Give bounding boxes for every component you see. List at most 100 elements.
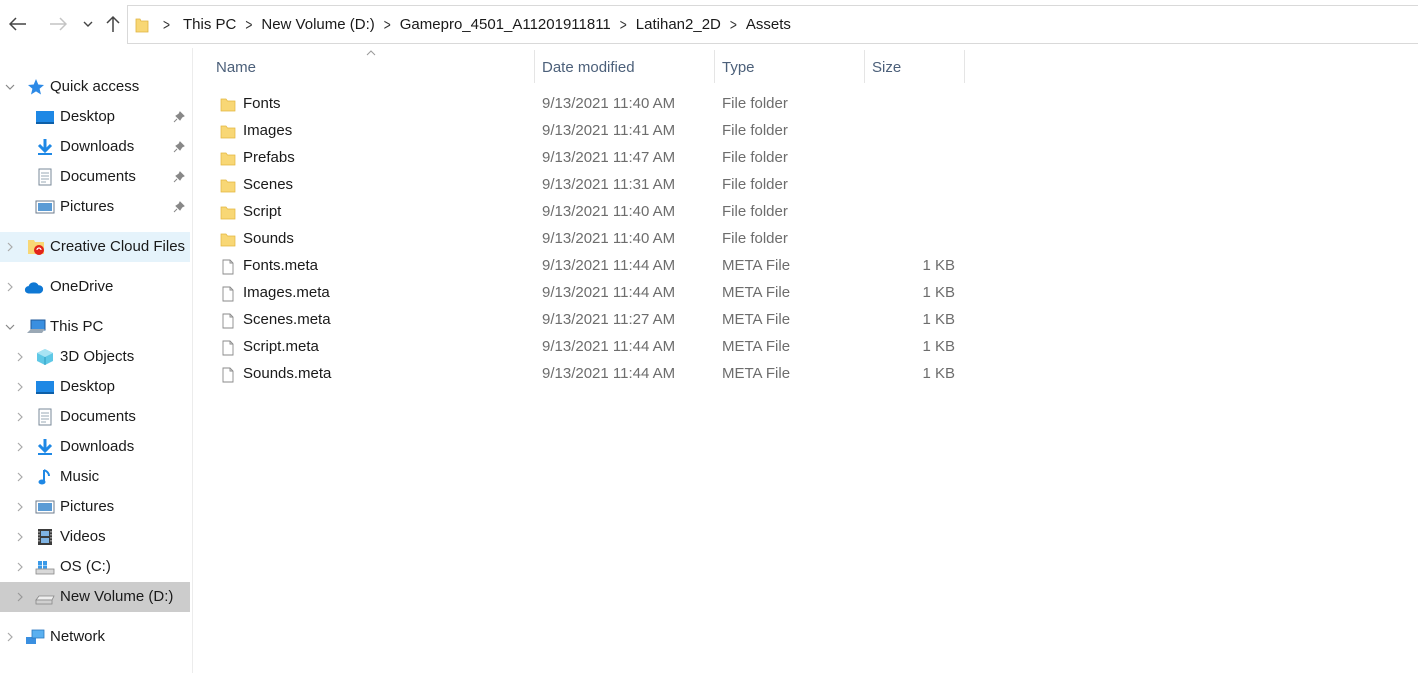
- chevron-right-icon[interactable]: [14, 470, 26, 484]
- film-strip-icon: [35, 527, 55, 547]
- chevron-right-icon[interactable]: [14, 380, 26, 394]
- sidebar-item-pictures[interactable]: Pictures: [0, 492, 190, 522]
- file-size: 1 KB: [922, 284, 955, 301]
- sidebar-item-this-pc[interactable]: This PC: [0, 312, 190, 342]
- sidebar-item-label: Documents: [60, 408, 136, 425]
- file-date: 9/13/2021 11:40 AM: [542, 203, 676, 220]
- sidebar-item-label: Desktop: [60, 108, 116, 125]
- address-bar[interactable]: > This PC > New Volume (D:) > Gamepro_45…: [127, 5, 1418, 44]
- file-type: File folder: [722, 149, 788, 166]
- file-size: 1 KB: [922, 338, 955, 355]
- pictures-icon: [35, 197, 55, 217]
- sidebar-item-new-volume[interactable]: New Volume (D:): [0, 582, 190, 612]
- chevron-right-icon[interactable]: [14, 500, 26, 514]
- file-row[interactable]: Fonts.meta 9/13/2021 11:44 AM META File …: [213, 254, 973, 281]
- file-date: 9/13/2021 11:40 AM: [542, 230, 676, 247]
- folder-icon: [135, 17, 149, 33]
- chevron-right-icon[interactable]: [14, 560, 26, 574]
- file-row[interactable]: Scenes.meta 9/13/2021 11:27 AM META File…: [213, 308, 973, 335]
- breadcrumb-latihan[interactable]: Latihan2_2D: [636, 16, 721, 33]
- sidebar-item-music[interactable]: Music: [0, 462, 190, 492]
- breadcrumb-assets[interactable]: Assets: [746, 16, 791, 33]
- sidebar-item-label: Pictures: [60, 498, 115, 515]
- desktop-icon: [35, 377, 55, 397]
- breadcrumb-separator-icon[interactable]: >: [245, 15, 252, 33]
- column-header-name[interactable]: Name: [216, 56, 526, 78]
- column-header-type[interactable]: Type: [722, 56, 862, 78]
- column-divider[interactable]: [534, 50, 535, 83]
- breadcrumb-separator-icon[interactable]: >: [163, 15, 170, 33]
- file-name: Fonts: [243, 95, 281, 112]
- breadcrumb-separator-icon[interactable]: >: [730, 15, 737, 33]
- pin-icon[interactable]: [172, 200, 186, 214]
- chevron-right-icon[interactable]: [14, 440, 26, 454]
- sidebar-item-desktop[interactable]: Desktop: [0, 372, 190, 402]
- chevron-right-icon[interactable]: [4, 630, 16, 644]
- sidebar-item-label: Network: [50, 628, 106, 645]
- sidebar-item-videos[interactable]: Videos: [0, 522, 190, 552]
- up-button[interactable]: [101, 12, 125, 36]
- file-row[interactable]: Script 9/13/2021 11:40 AM File folder: [213, 200, 973, 227]
- sidebar-item-label: OS (C:): [60, 558, 111, 575]
- column-divider[interactable]: [714, 50, 715, 83]
- sidebar-item-downloads[interactable]: Downloads: [0, 432, 190, 462]
- file-row[interactable]: Images 9/13/2021 11:41 AM File folder: [213, 119, 973, 146]
- sidebar-item-creative-cloud[interactable]: Creative Cloud Files: [0, 232, 190, 262]
- file-row[interactable]: Fonts 9/13/2021 11:40 AM File folder: [213, 92, 973, 119]
- sidebar-item-3d-objects[interactable]: 3D Objects: [0, 342, 190, 372]
- download-arrow-icon: [35, 437, 55, 457]
- back-button[interactable]: [6, 12, 30, 36]
- breadcrumb-separator-icon[interactable]: >: [384, 15, 391, 33]
- file-row[interactable]: Script.meta 9/13/2021 11:44 AM META File…: [213, 335, 973, 362]
- chevron-right-icon[interactable]: [4, 240, 16, 254]
- file-row[interactable]: Images.meta 9/13/2021 11:44 AM META File…: [213, 281, 973, 308]
- breadcrumb-separator-icon[interactable]: >: [620, 15, 627, 33]
- file-icon: [220, 313, 236, 329]
- column-header-label: Date modified: [542, 58, 635, 76]
- file-icon: [220, 340, 236, 356]
- chevron-down-icon[interactable]: [4, 320, 16, 334]
- drive-icon: [35, 587, 55, 607]
- recent-locations-button[interactable]: [76, 12, 100, 36]
- sidebar-item-qa-pictures[interactable]: Pictures: [0, 192, 190, 222]
- file-type: META File: [722, 311, 791, 328]
- sidebar-item-qa-downloads[interactable]: Downloads: [0, 132, 190, 162]
- column-header-size[interactable]: Size: [872, 56, 962, 78]
- file-row[interactable]: Sounds 9/13/2021 11:40 AM File folder: [213, 227, 973, 254]
- chevron-right-icon[interactable]: [14, 350, 26, 364]
- sidebar-item-label: This PC: [50, 318, 104, 335]
- chevron-right-icon[interactable]: [4, 280, 16, 294]
- breadcrumb-new-volume[interactable]: New Volume (D:): [261, 16, 374, 33]
- chevron-right-icon[interactable]: [14, 590, 26, 604]
- sidebar-item-onedrive[interactable]: OneDrive: [0, 272, 190, 302]
- sidebar-item-quick-access[interactable]: Quick access: [0, 72, 190, 102]
- sidebar-item-qa-desktop[interactable]: Desktop: [0, 102, 190, 132]
- file-date: 9/13/2021 11:31 AM: [542, 176, 676, 193]
- column-divider[interactable]: [964, 50, 965, 83]
- column-header-date[interactable]: Date modified: [542, 56, 712, 78]
- pin-icon[interactable]: [172, 140, 186, 154]
- file-row[interactable]: Prefabs 9/13/2021 11:47 AM File folder: [213, 146, 973, 173]
- file-icon: [220, 367, 236, 383]
- sidebar-item-qa-documents[interactable]: Documents: [0, 162, 190, 192]
- column-divider[interactable]: [864, 50, 865, 83]
- breadcrumb-this-pc[interactable]: This PC: [183, 16, 236, 33]
- sidebar-item-network[interactable]: Network: [0, 622, 190, 652]
- forward-button[interactable]: [46, 12, 70, 36]
- sidebar-item-os-c[interactable]: OS (C:): [0, 552, 190, 582]
- chevron-right-icon[interactable]: [14, 410, 26, 424]
- sidebar-item-documents[interactable]: Documents: [0, 402, 190, 432]
- chevron-right-icon[interactable]: [14, 530, 26, 544]
- file-row[interactable]: Scenes 9/13/2021 11:31 AM File folder: [213, 173, 973, 200]
- sidebar-item-label: Desktop: [60, 378, 116, 395]
- creative-cloud-icon: [26, 237, 46, 257]
- file-name: Images: [243, 122, 293, 139]
- breadcrumb-gamepro[interactable]: Gamepro_4501_A11201911811: [400, 16, 611, 33]
- download-arrow-icon: [35, 137, 55, 157]
- file-size: 1 KB: [922, 311, 955, 328]
- pin-icon[interactable]: [172, 110, 186, 124]
- chevron-down-icon[interactable]: [4, 80, 16, 94]
- pictures-icon: [35, 497, 55, 517]
- file-row[interactable]: Sounds.meta 9/13/2021 11:44 AM META File…: [213, 362, 973, 389]
- pin-icon[interactable]: [172, 170, 186, 184]
